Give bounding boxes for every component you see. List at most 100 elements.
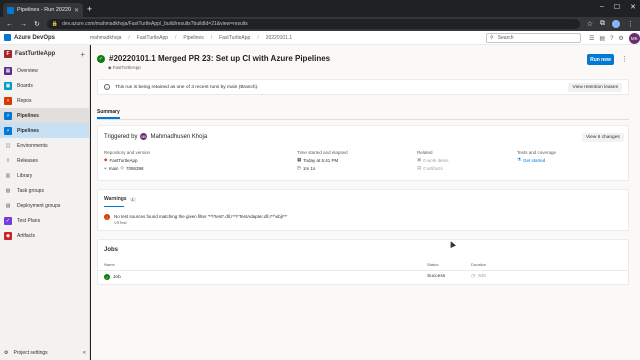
sidebar-item-repos[interactable]: ⑂ Repos [0, 93, 89, 108]
page-title: #20220101.1 Merged PR 23: Set up CI with… [109, 54, 331, 63]
maximize-icon[interactable]: ☐ [614, 3, 620, 11]
extensions-icon[interactable]: ⧉ [600, 20, 605, 28]
deployment-groups-icon: ▨ [5, 202, 11, 209]
sidebar-item-task-groups[interactable]: ▧ Task groups [0, 183, 89, 198]
success-check-icon: ✓ [97, 54, 105, 63]
avatar[interactable]: MK [628, 33, 640, 44]
work-items-icon: ▣ [417, 157, 422, 162]
repo-link[interactable]: ◆ FastTurtleApp [104, 157, 150, 163]
branch-icon: ⑂ [104, 165, 107, 171]
column-header: Tests and coverage [517, 150, 557, 155]
search-placeholder: Search [497, 35, 514, 41]
column-header: Repository and version [104, 150, 151, 155]
star-icon[interactable]: ☆ [587, 20, 593, 28]
breadcrumb-separator-icon: / [257, 35, 259, 41]
add-icon[interactable]: + [80, 50, 85, 59]
job-name: Job [113, 274, 121, 280]
list-icon[interactable]: ☰ [589, 35, 594, 42]
breadcrumb-org[interactable]: mahmadkhoja [90, 35, 121, 41]
sidebar-item-library[interactable]: ▥ Library [0, 168, 89, 183]
breadcrumb-separator-icon: / [175, 35, 177, 41]
clock-icon: ◷ [297, 165, 301, 170]
retention-banner: i This run is being retained as one of 3… [97, 79, 629, 95]
project-settings[interactable]: ⚙ Project settings « [0, 346, 90, 360]
commit-icon: ◇ [120, 165, 124, 170]
warning-message: No test sources found matching the given… [114, 214, 288, 219]
sidebar-item-releases[interactable]: ⇪ Releases [0, 153, 89, 168]
back-icon[interactable]: ← [6, 21, 13, 28]
tab-divider [97, 119, 629, 120]
info-icon: i [104, 84, 110, 90]
breadcrumb-project[interactable]: FastTurtleApp [137, 35, 168, 41]
related-column: Related ▣ 0 work items ▤ 0 artifacts [417, 150, 449, 173]
sidebar-item-test-plans[interactable]: ✓ Test Plans [0, 213, 89, 228]
browser-tab[interactable]: Pipelines - Run 20220101.1 ✕ [3, 3, 83, 17]
marketplace-icon[interactable]: ▤ [599, 35, 605, 42]
view-changes-button[interactable]: View 6 changes [582, 133, 624, 142]
tab-summary[interactable]: Summary [97, 109, 120, 119]
help-icon[interactable]: ? [610, 36, 613, 42]
warnings-tab[interactable]: Warnings 1 [104, 196, 136, 202]
sidebar-item-label: Releases [17, 157, 38, 164]
search-input[interactable]: ⚲ Search [486, 33, 581, 43]
warning-item[interactable]: ! No test sources found matching the giv… [104, 214, 287, 225]
browser-tabstrip: Pipelines - Run 20220101.1 ✕ + – ☐ ✕ [0, 0, 640, 17]
ado-header: Azure DevOps mahmadkhoja / FastTurtleApp… [0, 31, 640, 45]
reload-icon[interactable]: ↻ [34, 20, 40, 28]
table-row[interactable]: ✓ Job Success ◷ 53s [98, 270, 628, 282]
sidebar-item-artifacts[interactable]: ◆ Artifacts [0, 228, 89, 243]
test-plans-icon: ✓ [4, 216, 12, 225]
azure-devops-logo-icon[interactable] [4, 34, 11, 41]
run-new-button[interactable]: Run new [587, 54, 614, 65]
search-icon: ⚲ [490, 35, 494, 41]
time-column: Time started and elapsed ▦ Today at 5:41 … [297, 150, 348, 173]
brand-name[interactable]: Azure DevOps [14, 35, 55, 41]
time-started: Today at 5:41 PM [303, 157, 339, 163]
minimize-icon[interactable]: – [600, 3, 604, 11]
sidebar-item-boards[interactable]: ▣ Boards [0, 78, 89, 93]
run-repo[interactable]: ◆ FastTurtleApp [108, 65, 141, 71]
menu-icon[interactable]: ⋮ [627, 20, 634, 28]
breadcrumb-pipelines[interactable]: Pipelines [183, 35, 203, 41]
forward-icon[interactable]: → [20, 21, 27, 28]
sidebar-item-label: Artifacts [17, 232, 36, 239]
sidebar-item-pipelines-group[interactable]: ⚡ Pipelines [0, 108, 89, 123]
sidebar-item-deployment-groups[interactable]: ▨ Deployment groups [0, 198, 89, 213]
elapsed-time: 1m 1s [302, 165, 316, 171]
releases-icon: ⇪ [5, 157, 11, 164]
sidebar-item-label: Task groups [17, 187, 44, 194]
collapse-sidebar-icon[interactable]: « [83, 350, 86, 356]
branch-name[interactable]: main [109, 166, 119, 171]
sidebar-item-environments[interactable]: ◫ Environments [0, 138, 89, 153]
profile-icon[interactable] [612, 20, 620, 28]
triggered-by-name[interactable]: Mahmadhusen Khoja [150, 134, 207, 140]
breadcrumb-pipeline[interactable]: FastTurtleApp [219, 35, 250, 41]
project-header[interactable]: F FastTurtleApp + [0, 45, 89, 63]
new-tab-button[interactable]: + [87, 4, 92, 14]
breadcrumb-run[interactable]: 20220101.1 [266, 35, 292, 41]
pipelines-sub-icon: ⚡ [4, 126, 12, 135]
sidebar-item-pipelines[interactable]: ⚡ Pipelines [0, 123, 89, 138]
azure-devops-favicon-icon [7, 6, 14, 14]
jobs-col-name: Name [104, 262, 115, 267]
sidebar: F FastTurtleApp + ▦ Overview ▣ Boards ⑂ Rep… [0, 45, 90, 360]
close-window-icon[interactable]: ✕ [630, 3, 636, 11]
commit-id[interactable]: 7086398 [126, 166, 144, 171]
view-retention-leases-button[interactable]: View retention leases [568, 82, 622, 92]
retention-text: This run is being retained as one of 3 r… [115, 84, 259, 90]
calendar-icon: ▦ [297, 157, 302, 162]
jobs-card: Jobs Name Status Duration ✓ Job Success ◷… [97, 239, 629, 285]
get-started-link[interactable]: Get started [523, 158, 545, 163]
tests-icon: ⚗ [517, 157, 522, 162]
more-actions-icon[interactable]: ⋮ [621, 55, 628, 63]
warning-icon: ! [104, 214, 110, 220]
boards-icon: ▣ [4, 81, 12, 90]
user-settings-icon[interactable]: ⚙ [618, 35, 623, 42]
clock-icon: ◷ [471, 274, 476, 279]
close-tab-icon[interactable]: ✕ [74, 7, 79, 14]
sidebar-item-overview[interactable]: ▦ Overview [0, 63, 89, 78]
address-bar[interactable]: 🔒 dev.azure.com/mahmadkhoja/FastTurtleAp… [46, 19, 580, 29]
repo-column: Repository and version ◆ FastTurtleApp ⑂ m… [104, 150, 150, 173]
artifacts-count: 0 artifacts [423, 165, 443, 171]
project-settings-label: Project settings [13, 350, 48, 356]
